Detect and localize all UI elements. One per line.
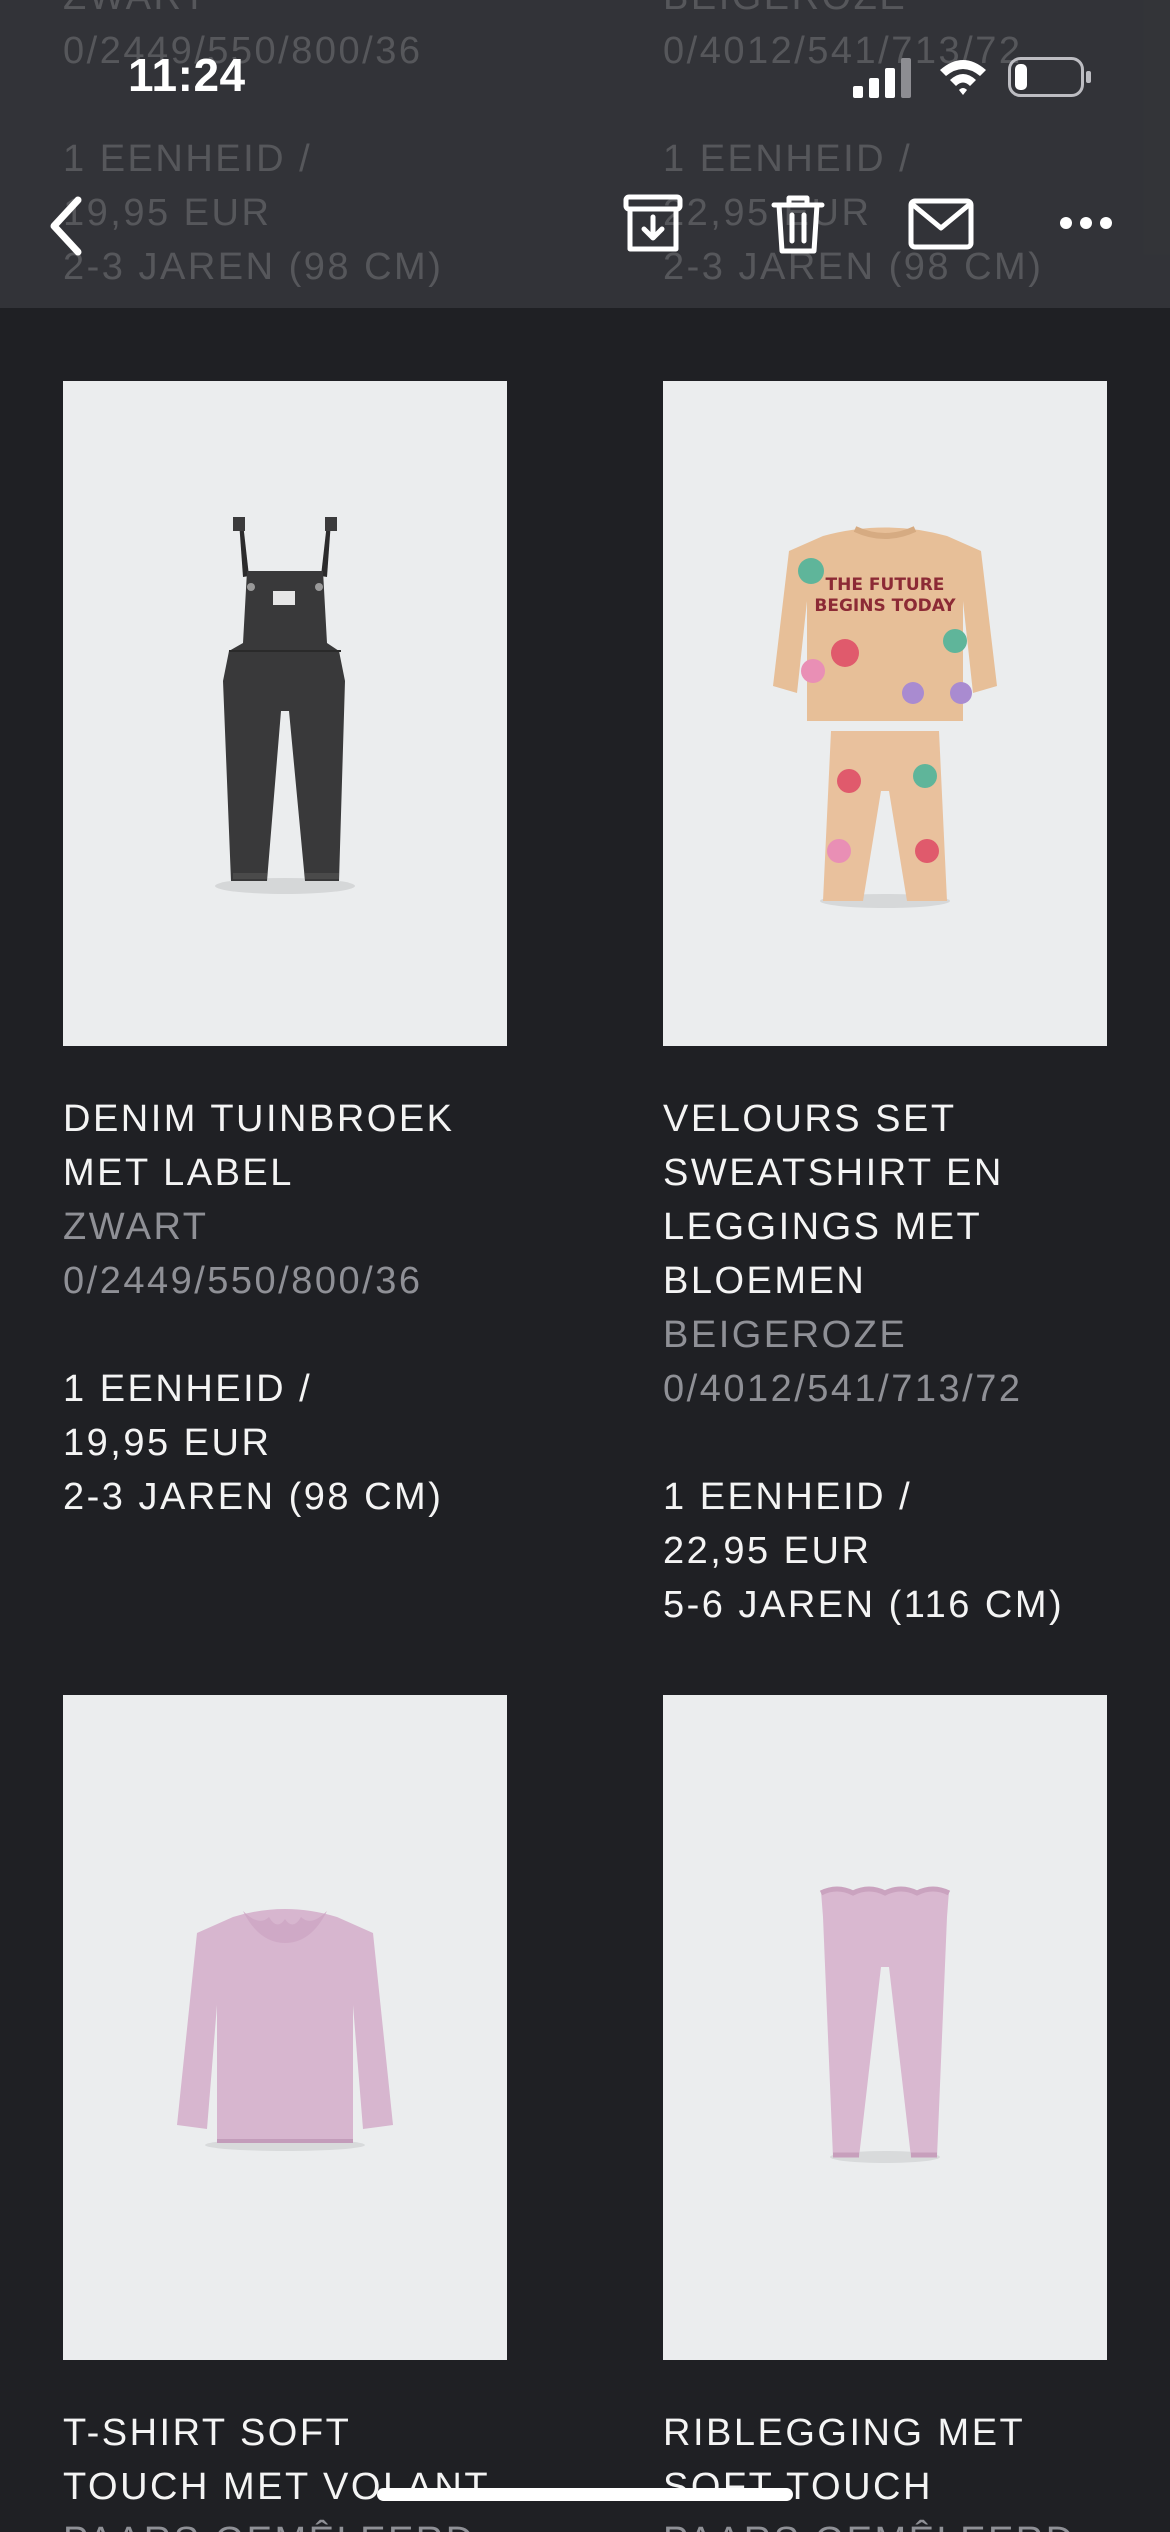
product-card-riblegging[interactable]: RIBLEGGING MET SOFT TOUCH PAARS GEMÊLEER… xyxy=(663,1695,1107,2532)
more-horizontal-icon xyxy=(1060,217,1112,229)
product-quantity: 1 EENHEID / xyxy=(663,1476,913,1518)
ghost-line: 19,95 EUR xyxy=(63,192,272,234)
product-quantity: 1 EENHEID / xyxy=(63,1368,313,1410)
product-name-line: T-SHIRT SOFT xyxy=(63,2412,352,2454)
print-text: THE FUTURE xyxy=(826,575,945,595)
product-color: PAARS GEMÊLEERD xyxy=(63,2514,507,2532)
product-card-velours-set[interactable]: THE FUTURE BEGINS TODAY VELOURS SET SWEA… xyxy=(663,381,1107,1632)
product-size: 5-6 JAREN (116 CM) xyxy=(663,1584,1065,1626)
ghost-line: BEIGEROZE xyxy=(663,0,1043,24)
tshirt-illustration xyxy=(177,1909,393,2151)
product-name-line: RIBLEGGING MET xyxy=(663,2412,1026,2454)
product-reference: 0/2449/550/800/36 xyxy=(63,1260,423,1302)
product-name-line: LEGGINGS MET xyxy=(663,1206,983,1248)
product-reference: 0/4012/541/713/72 xyxy=(663,1368,1023,1410)
product-name-line: SWEATSHIRT EN xyxy=(663,1152,1004,1194)
battery-level xyxy=(1015,64,1027,90)
chevron-left-icon xyxy=(50,196,82,256)
product-name-line: SOFT TOUCH xyxy=(663,2466,933,2508)
product-price: 22,95 EUR xyxy=(663,1530,872,1572)
product-list: DENIM TUINBROEK MET LABEL ZWART 0/2449/5… xyxy=(0,0,1170,2532)
ghost-line: 22,95 EUR xyxy=(663,192,872,234)
archive-button[interactable] xyxy=(622,193,684,255)
product-image-overalls[interactable] xyxy=(63,381,507,1046)
trash-button[interactable] xyxy=(770,193,826,255)
product-name-line: TOUCH MET VOLANT xyxy=(63,2466,491,2508)
product-image-leggings[interactable] xyxy=(663,1695,1107,2360)
overalls-illustration xyxy=(215,517,355,894)
wifi-icon xyxy=(940,60,986,95)
product-image-velour-set[interactable]: THE FUTURE BEGINS TODAY xyxy=(663,381,1107,1046)
more-button[interactable] xyxy=(1058,212,1114,234)
product-name-line: DENIM TUINBROEK xyxy=(63,1098,455,1140)
reply-mail-button[interactable] xyxy=(908,198,974,250)
product-card-denim-tuinbroek[interactable]: DENIM TUINBROEK MET LABEL ZWART 0/2449/5… xyxy=(63,381,507,1524)
ghost-line: 1 EENHEID / xyxy=(663,138,913,180)
ghost-line: 2-3 JAREN (98 CM) xyxy=(663,246,1044,288)
product-size: 2-3 JAREN (98 CM) xyxy=(63,1476,444,1518)
velour-set-illustration: THE FUTURE BEGINS TODAY xyxy=(773,526,997,908)
product-name-line: MET LABEL xyxy=(63,1152,294,1194)
status-bar-time: 11:24 xyxy=(128,49,246,101)
mail-icon xyxy=(908,198,974,250)
product-color: BEIGEROZE xyxy=(663,1314,908,1356)
product-color: ZWART xyxy=(63,1206,209,1248)
mail-toolbar: ZWART 0/2449/550/800/36 1 EENHEID / 19,9… xyxy=(0,0,1170,308)
product-price: 19,95 EUR xyxy=(63,1422,272,1464)
product-name: VELOURS SET SWEATSHIRT EN LEGGINGS MET B… xyxy=(663,1092,1107,1308)
home-indicator[interactable] xyxy=(377,2488,793,2501)
product-image-tshirt[interactable] xyxy=(63,1695,507,2360)
trash-icon xyxy=(771,195,825,254)
product-card-t-shirt[interactable]: T-SHIRT SOFT TOUCH MET VOLANT PAARS GEMÊ… xyxy=(63,1695,507,2532)
print-text: BEGINS TODAY xyxy=(814,596,956,616)
cellular-signal-icon xyxy=(853,58,911,98)
ghost-line: 0/2449/550/800/36 xyxy=(63,30,423,72)
battery-icon xyxy=(1008,57,1091,97)
leggings-illustration xyxy=(819,1886,951,2163)
back-button[interactable] xyxy=(38,190,98,262)
product-name-line: BLOEMEN xyxy=(663,1260,867,1302)
product-name-line: VELOURS SET xyxy=(663,1098,957,1140)
ghost-line: 1 EENHEID / xyxy=(63,138,313,180)
product-name: DENIM TUINBROEK MET LABEL xyxy=(63,1092,507,1200)
scrolled-content-ghost: ZWART 0/2449/550/800/36 1 EENHEID / 19,9… xyxy=(0,0,1170,308)
product-color: PAARS GEMÊLEERD xyxy=(663,2514,1107,2532)
ghost-line: 2-3 JAREN (98 CM) xyxy=(63,246,444,288)
archive-icon xyxy=(623,194,683,252)
ghost-line: ZWART xyxy=(63,0,443,24)
